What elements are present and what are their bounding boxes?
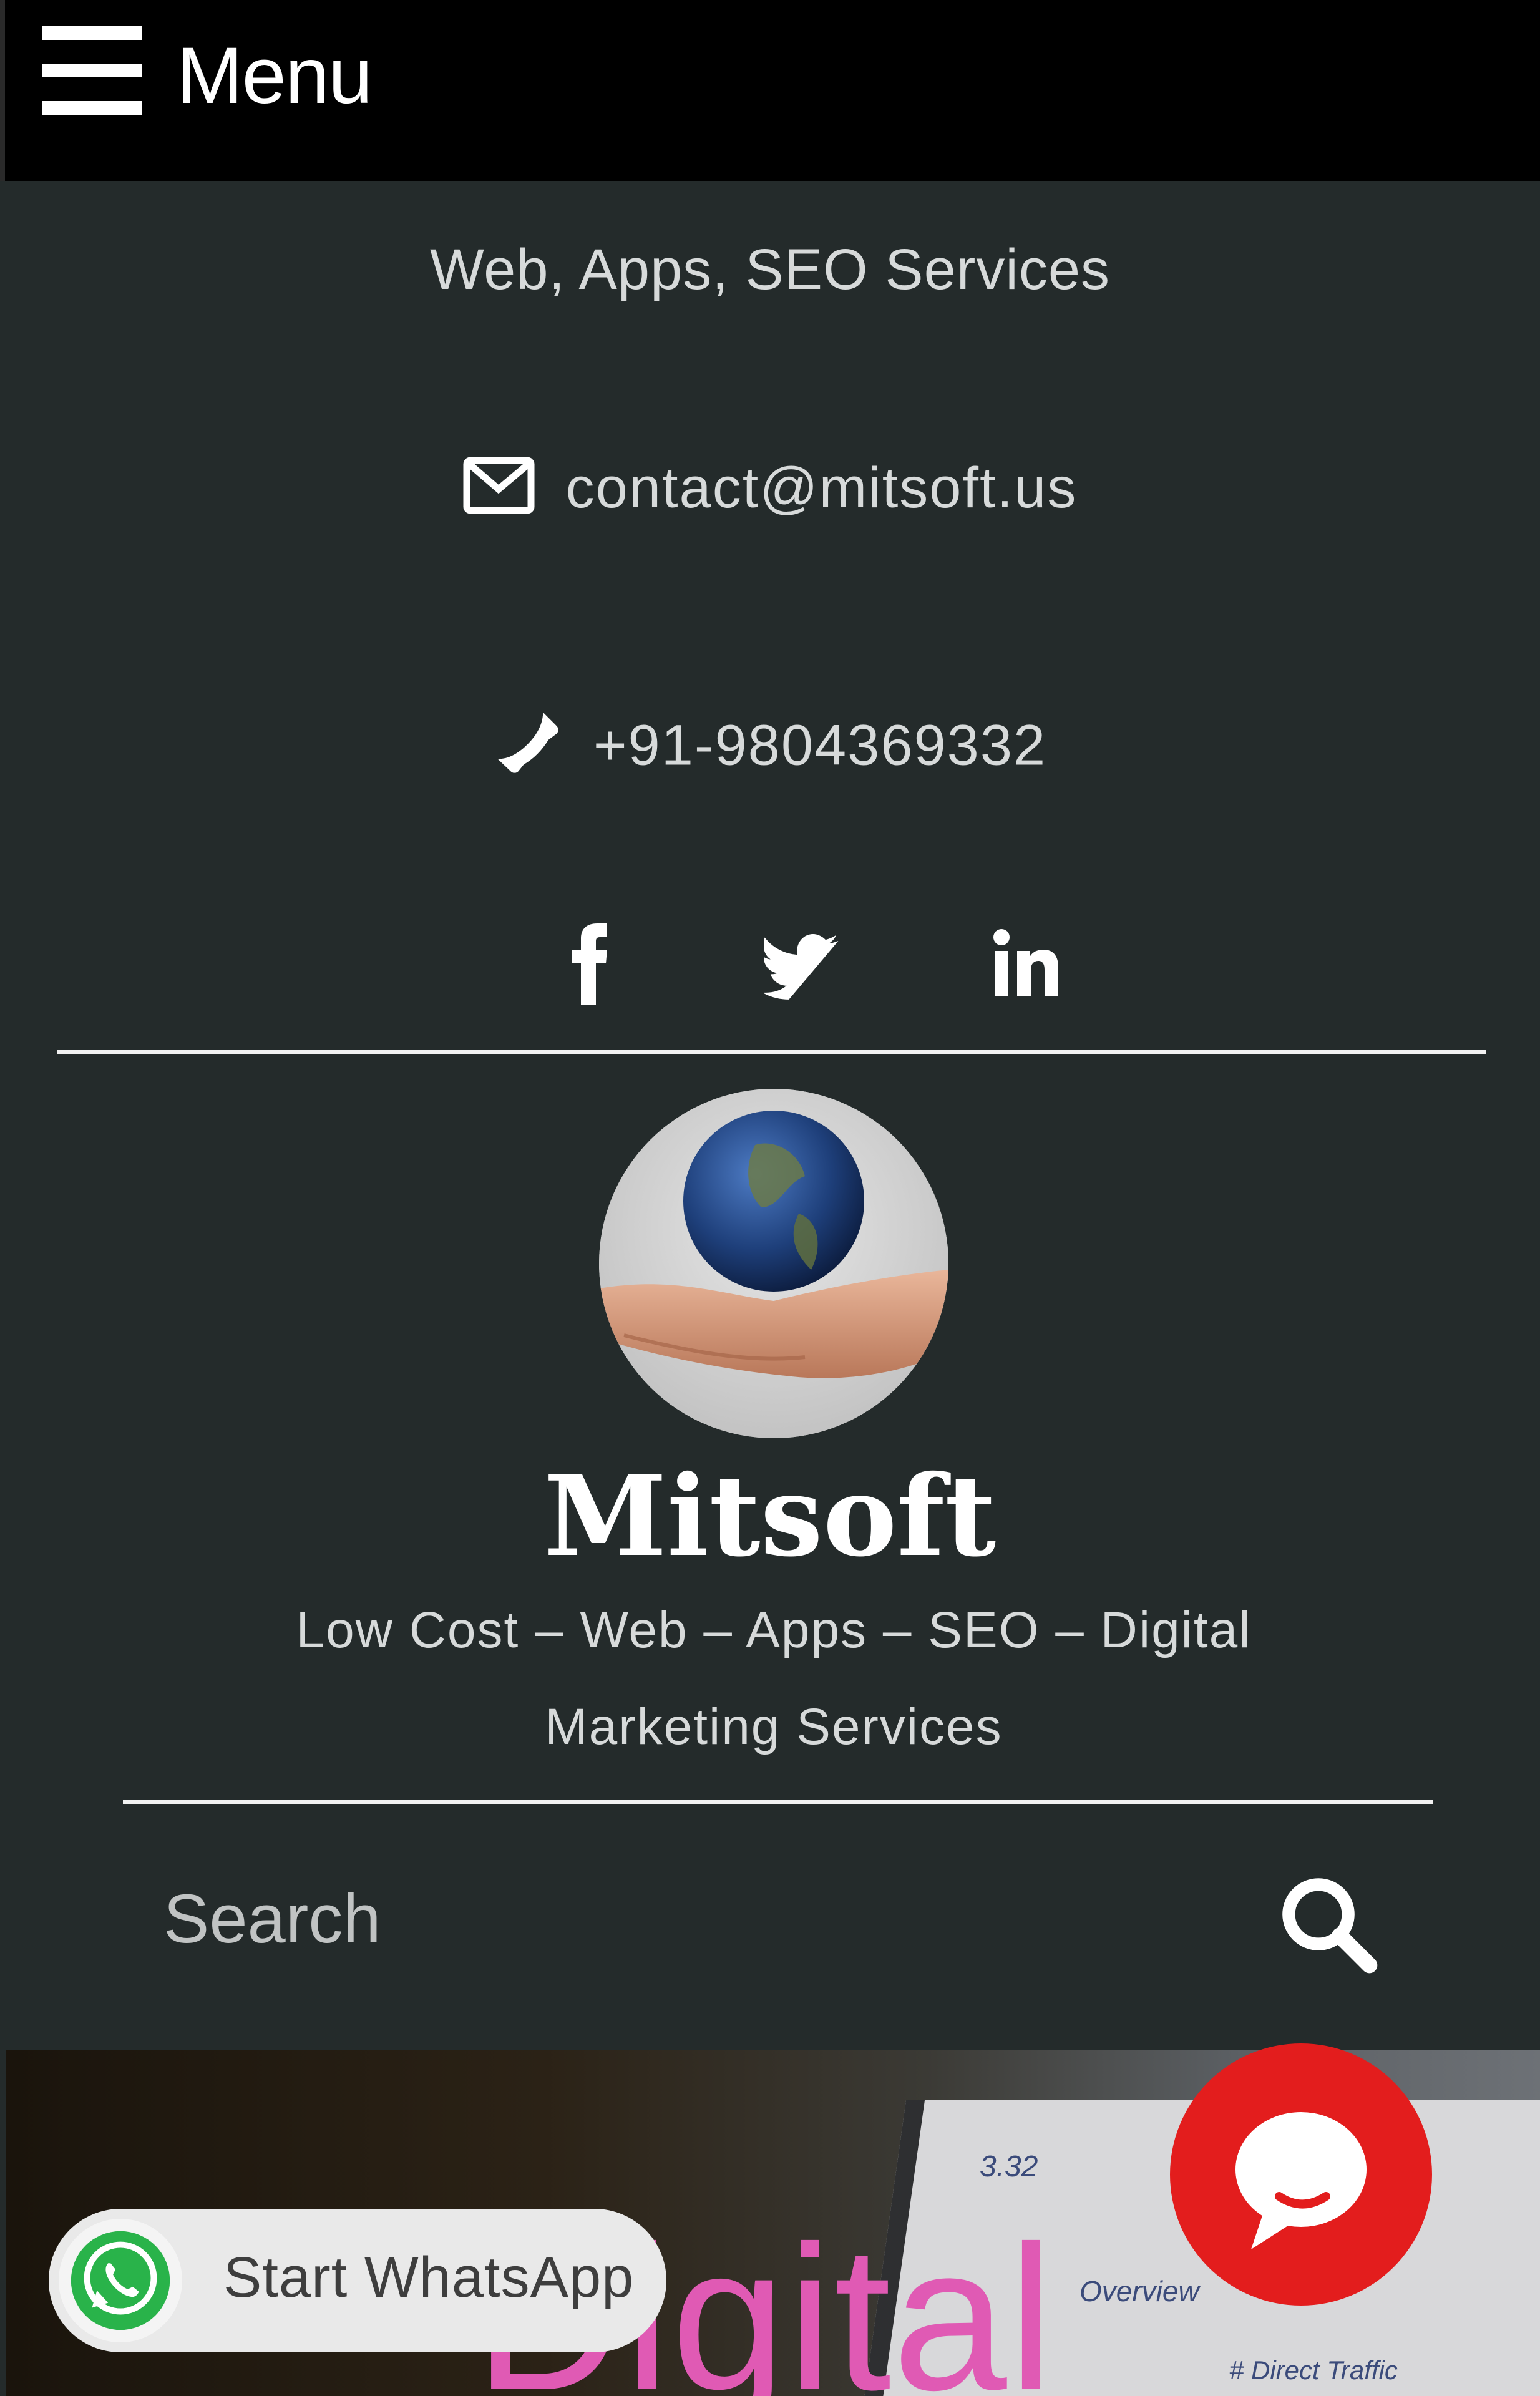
contact-email-text: contact@mitsoft.us — [565, 456, 1078, 520]
start-whatsapp-button[interactable]: Start WhatsApp — [49, 2209, 666, 2352]
hero-screen-traffic: # Direct Traffic — [1229, 2355, 1398, 2385]
site-description: Low Cost – Web – Apps – SEO – Digital Ma… — [296, 1602, 1252, 1755]
contact-email[interactable]: contact@mitsoft.us — [0, 455, 1540, 528]
whatsapp-icon — [59, 2219, 182, 2342]
site-header: Web, Apps, SEO Services contact@mitsoft.… — [0, 181, 1540, 2050]
contact-phone[interactable]: +91-9804369332 — [0, 708, 1540, 791]
whatsapp-label: Start WhatsApp — [223, 2246, 635, 2309]
header-tagline: Web, Apps, SEO Services — [430, 238, 1110, 301]
menu-label[interactable]: Menu — [177, 30, 373, 122]
page: Menu Web, Apps, SEO Services contact@mit… — [0, 0, 1540, 2396]
site-title[interactable]: Mitsoft — [0, 1451, 1540, 1581]
hero-screen-value: 3.32 — [980, 2150, 1038, 2183]
top-menu-bar: Menu — [0, 0, 1540, 181]
twitter-icon[interactable] — [762, 923, 839, 1005]
social-links — [0, 923, 1540, 1005]
linkedin-icon[interactable] — [992, 923, 1061, 1005]
hamburger-menu-icon[interactable] — [42, 26, 142, 115]
header-divider-top — [57, 1050, 1486, 1054]
header-divider-bottom — [123, 1800, 1433, 1804]
site-logo[interactable] — [599, 1089, 948, 1438]
facebook-icon[interactable] — [565, 923, 615, 1005]
envelope-icon — [463, 457, 535, 528]
search-input[interactable] — [162, 1866, 1223, 1972]
search-icon[interactable] — [1276, 1872, 1382, 1978]
chat-bubble-icon[interactable] — [1170, 2043, 1432, 2306]
contact-phone-text: +91-9804369332 — [593, 713, 1047, 777]
phone-icon — [494, 708, 562, 791]
